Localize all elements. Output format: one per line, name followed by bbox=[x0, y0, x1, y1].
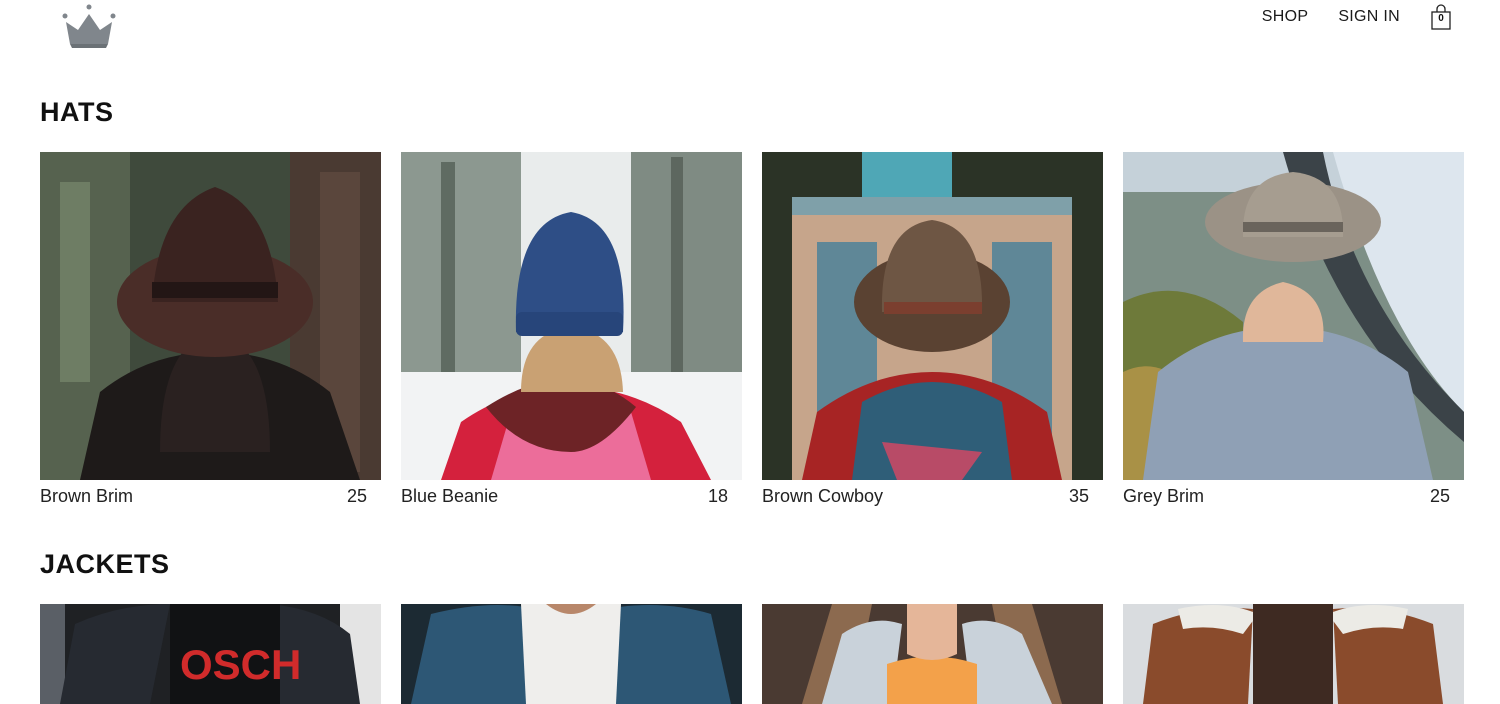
product-footer: Brown Cowboy 35 bbox=[762, 480, 1103, 507]
product-price: 18 bbox=[707, 486, 728, 506]
product-image[interactable] bbox=[762, 604, 1103, 704]
cart-count: 0 bbox=[1438, 13, 1444, 24]
product-card[interactable]: Brown Cowboy 35 bbox=[762, 152, 1103, 507]
product-card[interactable]: Brown Brim 25 bbox=[40, 152, 381, 507]
product-name: Brown Cowboy bbox=[762, 486, 884, 506]
product-card[interactable] bbox=[762, 604, 1103, 704]
nav-shop-link[interactable]: SHOP bbox=[1262, 8, 1309, 26]
crown-logo-icon[interactable] bbox=[62, 4, 116, 48]
nav-sign-in-link[interactable]: SIGN IN bbox=[1338, 8, 1400, 26]
product-image[interactable] bbox=[401, 604, 742, 704]
product-footer: Blue Beanie 18 bbox=[401, 480, 742, 507]
product-image[interactable] bbox=[762, 152, 1103, 480]
product-card[interactable] bbox=[401, 604, 742, 704]
product-footer: Grey Brim 25 bbox=[1123, 480, 1464, 507]
top-nav: SHOP SIGN IN 0 bbox=[1262, 4, 1452, 30]
product-name: Blue Beanie bbox=[401, 486, 499, 506]
section-title-jackets[interactable]: JACKETS bbox=[40, 549, 170, 580]
product-image[interactable] bbox=[40, 152, 381, 480]
cart-button[interactable]: 0 bbox=[1430, 4, 1452, 30]
product-card[interactable]: Grey Brim 25 bbox=[1123, 152, 1464, 507]
product-card[interactable] bbox=[1123, 604, 1464, 704]
product-name: Brown Brim bbox=[40, 486, 134, 506]
product-footer: Brown Brim 25 bbox=[40, 480, 381, 507]
product-image[interactable]: OSCH bbox=[40, 604, 381, 704]
jackets-grid: OSCH bbox=[40, 604, 1464, 704]
product-price: 25 bbox=[346, 486, 367, 506]
product-image[interactable] bbox=[1123, 152, 1464, 480]
product-price: 25 bbox=[1429, 486, 1450, 506]
header: SHOP SIGN IN 0 bbox=[0, 0, 1500, 60]
product-price: 35 bbox=[1068, 486, 1089, 506]
product-card[interactable]: OSCH bbox=[40, 604, 381, 704]
hats-grid: Brown Brim 25 Blue Beanie 18 Brown Cowbo… bbox=[40, 152, 1464, 507]
product-image[interactable] bbox=[1123, 604, 1464, 704]
section-title-hats[interactable]: HATS bbox=[40, 97, 114, 128]
product-name: Grey Brim bbox=[1123, 486, 1204, 506]
product-image[interactable] bbox=[401, 152, 742, 480]
jacket-shirt-print: OSCH bbox=[180, 641, 301, 688]
product-card[interactable]: Blue Beanie 18 bbox=[401, 152, 742, 507]
